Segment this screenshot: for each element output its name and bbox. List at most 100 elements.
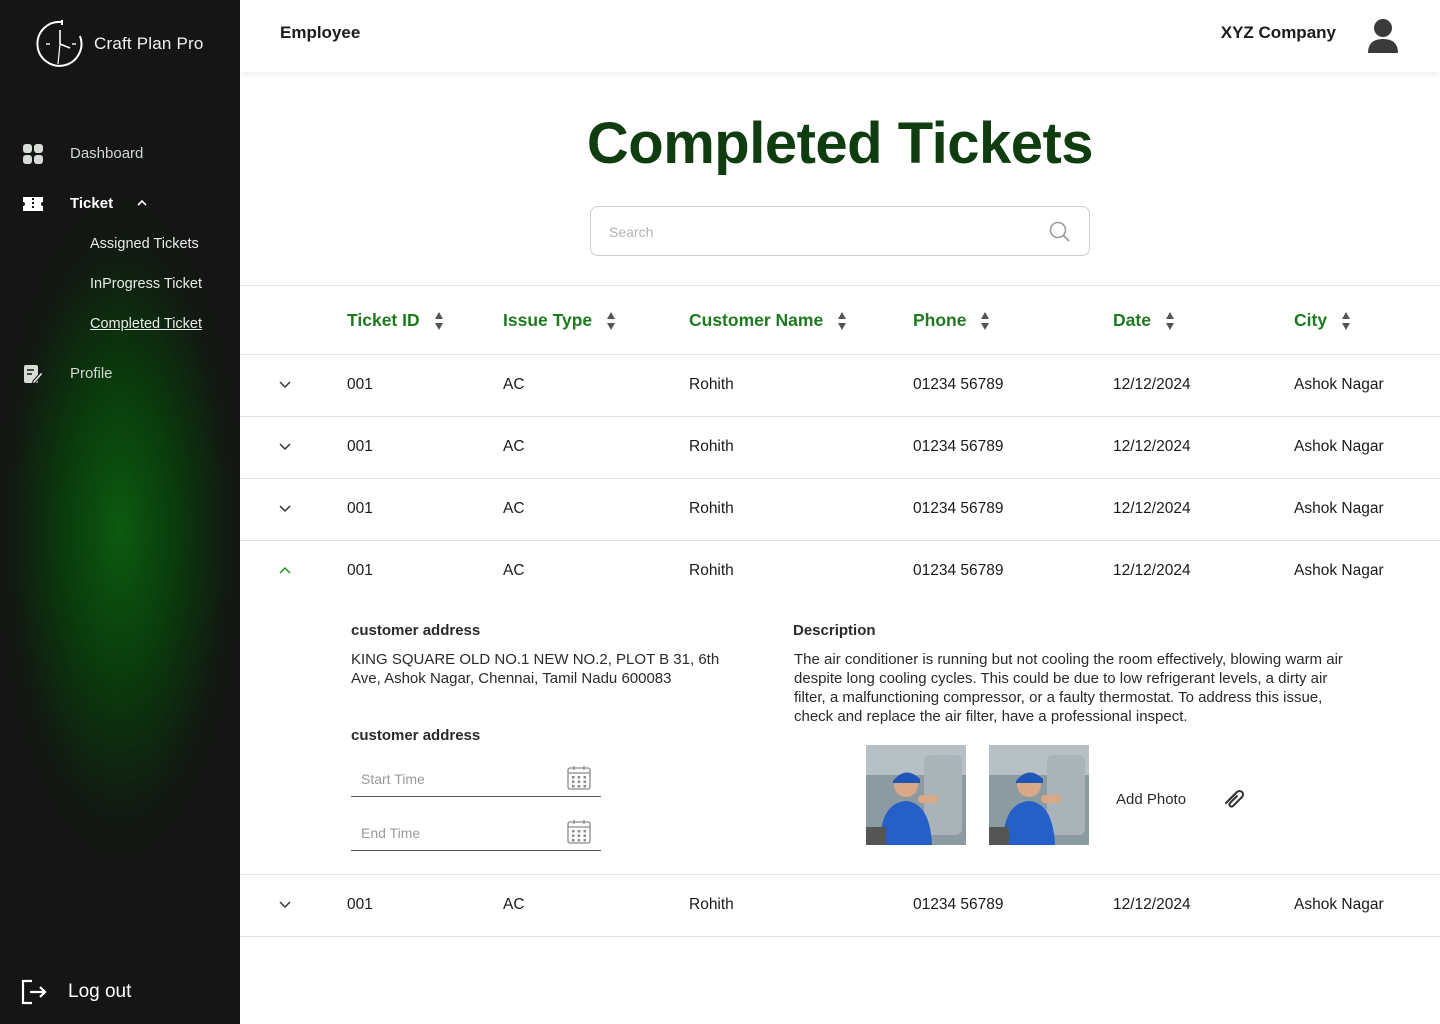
cell-city: Ashok Nagar (1294, 500, 1384, 517)
cell-city: Ashok Nagar (1294, 438, 1384, 455)
cell-customer-name: Rohith (689, 562, 734, 579)
sort-icon[interactable] (837, 311, 847, 331)
column-label: Issue Type (503, 310, 593, 330)
end-time-field (351, 819, 601, 851)
sidebar-subitem-completed[interactable]: Completed Ticket (90, 316, 202, 332)
brand[interactable]: Craft Plan Pro (36, 18, 204, 70)
page-title: Completed Tickets (586, 111, 1094, 176)
logout-icon (21, 979, 47, 1005)
sort-icon[interactable] (606, 311, 616, 331)
table-row[interactable]: 001 AC Rohith 01234 56789 12/12/2024 Ash… (240, 479, 1440, 541)
customer-address: KING SQUARE OLD NO.1 NEW NO.2, PLOT B 31… (351, 650, 751, 688)
cell-date: 12/12/2024 (1113, 562, 1191, 579)
column-label: Phone (913, 310, 967, 330)
cell-phone: 01234 56789 (913, 562, 1004, 579)
time-section-label: customer address (351, 727, 481, 744)
cell-phone: 01234 56789 (913, 376, 1004, 393)
column-header-city[interactable]: City (1294, 310, 1351, 331)
description-text: The air conditioner is running but not c… (794, 650, 1394, 726)
cell-customer-name: Rohith (689, 500, 734, 517)
column-header-issue-type[interactable]: Issue Type (503, 310, 616, 331)
user-avatar-icon[interactable] (1366, 18, 1400, 54)
ticket-photo[interactable] (989, 745, 1089, 845)
sidebar: Craft Plan Pro Dashboard Ticket Assigned… (0, 0, 240, 1024)
chevron-down-icon[interactable] (278, 441, 292, 451)
cell-issue-type: AC (503, 896, 525, 913)
column-label: Date (1113, 310, 1151, 330)
sort-icon[interactable] (1165, 311, 1175, 331)
ticket-photo[interactable] (866, 745, 966, 845)
cell-ticket-id: 001 (347, 438, 373, 455)
customer-address-label: customer address (351, 622, 481, 639)
calendar-icon[interactable] (567, 765, 591, 791)
sidebar-item-ticket[interactable]: Ticket (22, 193, 147, 215)
sidebar-item-profile[interactable]: Profile (22, 363, 113, 385)
cell-phone: 01234 56789 (913, 500, 1004, 517)
column-header-date[interactable]: Date (1113, 310, 1175, 331)
cell-date: 12/12/2024 (1113, 500, 1191, 517)
search-icon[interactable] (1049, 221, 1071, 243)
search-input[interactable] (609, 220, 1029, 244)
end-time-input[interactable] (361, 825, 551, 841)
start-time-field (351, 765, 601, 797)
cell-issue-type: AC (503, 562, 525, 579)
company-name: XYZ Company (1220, 23, 1336, 42)
table-row[interactable]: 001 AC Rohith 01234 56789 12/12/2024 Ash… (240, 875, 1440, 937)
cell-ticket-id: 001 (347, 500, 373, 517)
search-box (590, 206, 1090, 256)
start-time-input[interactable] (361, 771, 551, 787)
cell-ticket-id: 001 (347, 376, 373, 393)
cell-issue-type: AC (503, 376, 525, 393)
brand-name: Craft Plan Pro (94, 34, 204, 53)
logout-label: Log out (68, 981, 132, 1002)
topbar: Employee XYZ Company (240, 0, 1440, 72)
cell-date: 12/12/2024 (1113, 376, 1191, 393)
description-line: The air conditioner is running but not c… (794, 651, 1343, 668)
sidebar-item-label: Ticket (70, 195, 114, 212)
table-row-expanded[interactable]: 001 AC Rohith 01234 56789 12/12/2024 Ash… (240, 541, 1440, 875)
column-header-customer-name[interactable]: Customer Name (689, 310, 847, 331)
add-photo-button[interactable]: Add Photo (1116, 791, 1186, 808)
table-row[interactable]: 001 AC Rohith 01234 56789 12/12/2024 Ash… (240, 355, 1440, 417)
column-label: Customer Name (689, 310, 824, 330)
column-header-phone[interactable]: Phone (913, 310, 990, 331)
sidebar-item-label: Profile (70, 365, 113, 382)
column-label: Ticket ID (347, 310, 420, 330)
cell-customer-name: Rohith (689, 896, 734, 913)
column-label: City (1294, 310, 1328, 330)
paperclip-icon[interactable] (1222, 787, 1246, 811)
sidebar-item-dashboard[interactable]: Dashboard (22, 143, 143, 165)
sort-icon[interactable] (980, 311, 990, 331)
address-line: Ave, Ashok Nagar, Chennai, Tamil Nadu 60… (351, 670, 672, 687)
technician-photo-image (989, 745, 1089, 845)
chevron-up-icon[interactable] (136, 197, 148, 209)
topbar-title: Employee (280, 23, 361, 42)
address-line: KING SQUARE OLD NO.1 NEW NO.2, PLOT B 31… (351, 651, 720, 668)
cell-phone: 01234 56789 (913, 438, 1004, 455)
ticket-icon (23, 197, 43, 211)
cell-ticket-id: 001 (347, 562, 373, 579)
profile-edit-icon (24, 365, 44, 385)
column-header-ticket-id[interactable]: Ticket ID (347, 310, 444, 331)
cell-date: 12/12/2024 (1113, 438, 1191, 455)
dashboard-icon (23, 144, 43, 164)
calendar-icon[interactable] (567, 819, 591, 845)
sort-icon[interactable] (434, 311, 444, 331)
chevron-up-icon[interactable] (278, 565, 292, 575)
sidebar-subitem-assigned[interactable]: Assigned Tickets (90, 236, 199, 252)
cell-customer-name: Rohith (689, 438, 734, 455)
sidebar-subitem-inprogress[interactable]: InProgress Ticket (90, 276, 202, 292)
cell-phone: 01234 56789 (913, 896, 1004, 913)
cell-issue-type: AC (503, 438, 525, 455)
chevron-down-icon[interactable] (278, 503, 292, 513)
tickets-table: Ticket ID Issue Type Customer Name Phone… (240, 285, 1440, 937)
chevron-down-icon[interactable] (278, 379, 292, 389)
chevron-down-icon[interactable] (278, 899, 292, 909)
cell-issue-type: AC (503, 500, 525, 517)
cell-city: Ashok Nagar (1294, 896, 1384, 913)
logout-button[interactable]: Log out (20, 978, 131, 1006)
description-line: despite long cooling cycles. This could … (794, 670, 1328, 687)
table-header: Ticket ID Issue Type Customer Name Phone… (240, 285, 1440, 355)
table-row[interactable]: 001 AC Rohith 01234 56789 12/12/2024 Ash… (240, 417, 1440, 479)
sort-icon[interactable] (1341, 311, 1351, 331)
